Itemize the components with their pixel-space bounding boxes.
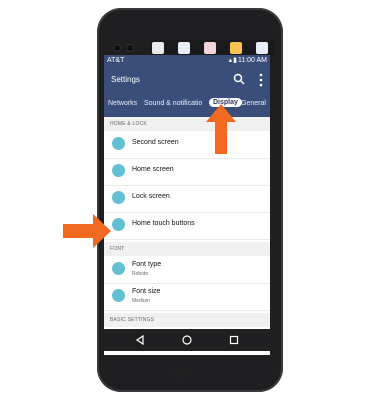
list-item-label: Home touch buttons [132,220,195,227]
section-header: FONT [104,242,270,256]
app-icon[interactable] [204,42,216,54]
home-icon [112,164,125,177]
font-icon [112,262,125,275]
section-header: BASIC SETTINGS [104,313,270,327]
lock-icon [112,191,125,204]
list-item-label: Second screen [132,139,179,146]
home-icon[interactable] [181,334,193,346]
tab-bar: Networks Sound & notificatio Display Gen… [104,95,270,117]
app-icon[interactable] [256,42,268,54]
list-item-value: Roboto [132,271,149,277]
clock: 11:00 AM [237,57,267,64]
section-title: FONT [110,246,125,252]
more-options-icon[interactable] [258,73,264,87]
camera-icon [113,44,121,52]
touch-buttons-icon [112,218,125,231]
list-item-value: Medium [132,298,150,304]
app-title: Settings [111,75,140,84]
arrow-right-icon [63,214,111,248]
tab-sound-notifications[interactable]: Sound & notificatio [144,100,202,107]
list-item-label: Home screen [132,166,174,173]
font-size-icon [112,289,125,302]
carrier-label: AT&T [107,57,125,64]
tab-general[interactable]: General [241,100,266,107]
section-header: HOME & LOCK [104,117,270,131]
app-bar: Settings [104,67,270,95]
search-icon[interactable] [233,73,245,85]
list-item-second-screen[interactable]: Second screen [104,131,270,159]
list-item-label: Font type [132,261,162,268]
list-item-font-size[interactable]: Font size Medium [104,283,270,311]
back-icon[interactable] [134,334,146,346]
arrow-up-icon [206,104,236,154]
list-item-font-type[interactable]: Font type Roboto [104,256,270,284]
list-item-label: Font size [132,288,161,295]
list-item-label: Lock screen [132,193,170,200]
app-icon[interactable] [178,42,190,54]
second-screen-icon [112,137,125,150]
screen: AT&T ▴▮ 11:00 AM Settings Networks Sound… [104,55,270,355]
status-icons: ▴▮ [228,57,238,64]
app-icon[interactable] [152,42,164,54]
status-bar: AT&T ▴▮ 11:00 AM [104,55,270,67]
tab-networks[interactable]: Networks [108,100,137,107]
lg-logo: LG [175,370,187,379]
list-item-lock-screen[interactable]: Lock screen [104,185,270,213]
section-title: BASIC SETTINGS [110,317,155,323]
list-item-home-screen[interactable]: Home screen [104,158,270,186]
section-title: HOME & LOCK [110,121,147,127]
recent-apps-icon[interactable] [228,334,240,346]
camera-icon [126,44,134,52]
list-item-home-touch-buttons[interactable]: Home touch buttons [104,212,270,240]
navigation-bar [104,329,270,351]
app-icon[interactable] [230,42,242,54]
settings-list: HOME & LOCK Second screen Home screen Lo… [104,117,270,355]
